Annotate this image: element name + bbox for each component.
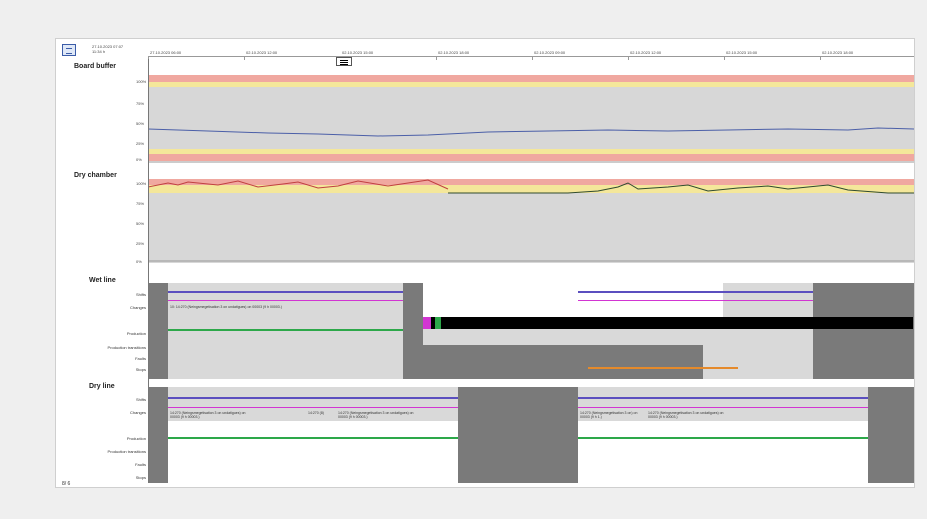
y-label: 75%: [136, 101, 145, 106]
dry-line-gantt[interactable]: 14:270 (Neingsmegetisation 3 on undatigu…: [148, 387, 914, 483]
start-datetime-line2: 11:34 h: [92, 49, 106, 54]
row-label: Production transitions: [107, 449, 146, 454]
row-label: Shifts: [135, 397, 146, 402]
dry-line-event[interactable]: 14:270 (Neingsmegetisation 3 on undatigu…: [648, 411, 730, 419]
left-gutter-line: [148, 59, 149, 483]
time-label: 02.10.2023 09:00: [534, 50, 566, 55]
y-label: 75%: [136, 201, 145, 206]
row-label: Stops: [135, 475, 146, 480]
time-label: 02.10.2023 15:00: [342, 50, 374, 55]
y-label: 0%: [136, 259, 142, 264]
y-label: 25%: [136, 241, 145, 246]
row-label: Shifts: [135, 292, 146, 297]
row-label: Production transitions: [107, 345, 146, 350]
y-label: 100%: [136, 181, 147, 186]
row-label: Production: [126, 331, 146, 336]
board-buffer-chart: [148, 75, 914, 165]
y-label: 25%: [136, 141, 145, 146]
dry-line-event[interactable]: 14:270 (Neingsmegetisation 3 on undatigu…: [170, 411, 252, 419]
y-label: 100%: [136, 79, 147, 84]
y-label: 50%: [136, 221, 145, 226]
time-label: 02.10.2023 12:00: [630, 50, 662, 55]
dry-chamber-title: Dry chamber: [74, 172, 117, 179]
calendar-icon[interactable]: [62, 44, 76, 56]
row-label: Changes: [129, 410, 146, 415]
dry-line-title: Dry line: [89, 383, 115, 390]
time-label: 02.10.2023 18:00: [822, 50, 854, 55]
time-label: 02.10.2023 15:00: [726, 50, 758, 55]
y-label: 0%: [136, 157, 142, 162]
board-buffer-title: Board buffer: [74, 63, 116, 70]
wet-line-gantt[interactable]: 10: 14:270 (Neingsmegetisation 3 on unda…: [148, 283, 914, 379]
dry-line-event[interactable]: 14:270 (Neingsmegetisation 3 on undatigu…: [338, 411, 420, 419]
production-timeline-window: 27.10.2023 07:07 11:34 h 27.10.2023 06:0…: [55, 38, 915, 488]
corner-label: 8/ 6: [62, 481, 71, 487]
row-label: Production: [126, 436, 146, 441]
time-label: 02.10.2023 12:00: [246, 50, 278, 55]
dry-line-event[interactable]: 14:270 (8): [308, 411, 336, 415]
timeline-scroll-handle[interactable]: [336, 57, 352, 66]
dry-chamber-line: [148, 179, 914, 262]
row-label: Faults: [135, 356, 146, 361]
row-label: Changes: [129, 305, 146, 310]
row-label: Faults: [135, 462, 146, 467]
dry-chamber-chart: [148, 179, 914, 265]
time-label: 02.10.2023 18:00: [438, 50, 470, 55]
row-label: Stops: [135, 367, 146, 372]
time-label: 27.10.2023 06:00: [150, 50, 182, 55]
wet-line-event[interactable]: 10: 14:270 (Neingsmegetisation 3 on unda…: [170, 305, 320, 309]
y-label: 50%: [136, 121, 145, 126]
dry-line-event[interactable]: 14:270 (Neingsmegetisation 3 on) on 0000…: [580, 411, 640, 419]
board-buffer-line: [148, 127, 914, 163]
timeline-axis[interactable]: [148, 56, 914, 60]
wet-line-title: Wet line: [89, 277, 116, 284]
